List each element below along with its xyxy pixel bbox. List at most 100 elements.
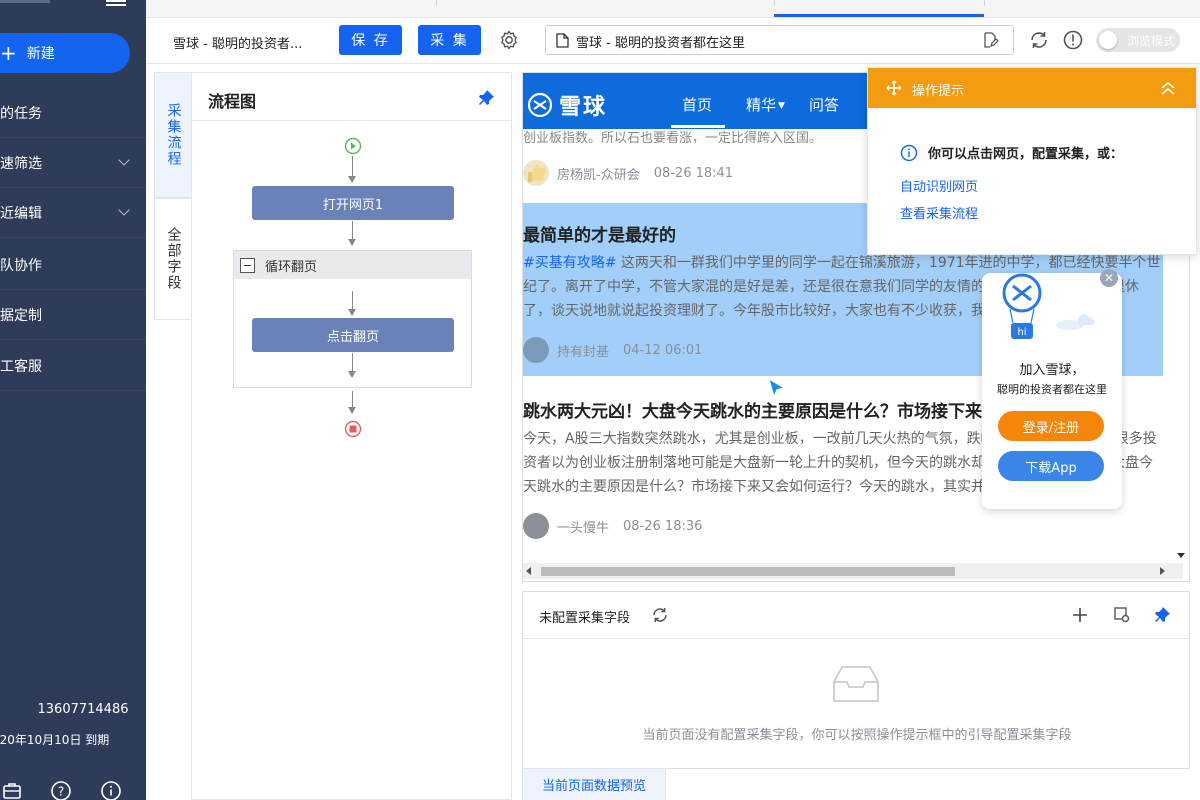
pin-icon[interactable] — [1153, 606, 1171, 624]
auto-detect-link[interactable]: 自动识别网页 — [900, 176, 978, 195]
toggle-knob — [1099, 31, 1117, 49]
caret-down-icon: ▼ — [778, 101, 785, 111]
sidebar-top-divider — [0, 0, 50, 3]
svg-text:?: ? — [58, 785, 64, 799]
tab-all-fields[interactable]: 全部字段 — [154, 198, 192, 320]
xueqiu-logo-text: 雪球 — [559, 95, 608, 120]
post-meta: 房杨凯-众研会 08-26 18:41 — [523, 160, 733, 186]
collapse-icon[interactable] — [240, 257, 255, 273]
sidebar-item-label: 的任务 — [0, 105, 42, 122]
flow-panel: 流程图 打开网页1 循环翻页 点击翻页 — [191, 72, 512, 800]
pin-icon[interactable] — [477, 89, 495, 107]
alert-icon[interactable] — [1062, 29, 1084, 51]
stop-icon[interactable] — [344, 420, 362, 438]
collapse-up-icon[interactable] — [1160, 80, 1176, 96]
toolbar: 雪球 - 聪明的投资者... 保 存 采 集 雪球 - 聪明的投资者都在这里 浏… — [146, 18, 1200, 64]
flow-node-open-page[interactable]: 打开网页1 — [252, 186, 454, 220]
loop-label: 循环翻页 — [265, 259, 318, 275]
login-register-button[interactable]: 登录/注册 — [998, 411, 1104, 441]
post-date: 08-26 18:41 — [653, 165, 734, 181]
post-author[interactable]: 房杨凯-众研会 — [557, 164, 640, 183]
sidebar-item-label: 据定制 — [0, 307, 42, 324]
post-author[interactable]: 一头慢牛 — [557, 517, 609, 536]
nav-active-underline — [671, 125, 725, 128]
sidebar-item-label: 速筛选 — [0, 155, 42, 172]
menu-icon[interactable] — [106, 0, 126, 6]
view-flow-link[interactable]: 查看采集流程 — [900, 203, 978, 222]
post-date: 04-12 06:01 — [623, 342, 703, 358]
tab-separator — [984, 0, 985, 6]
flow-arrow — [348, 291, 356, 316]
account-expire-date: 020年10月10日 到期 — [0, 733, 110, 747]
sidebar-item-data-custom[interactable]: 据定制 — [0, 290, 146, 340]
briefcase-icon[interactable] — [2, 780, 24, 800]
sidebar-item-team-collab[interactable]: 队协作 — [0, 240, 146, 290]
save-button[interactable]: 保 存 — [339, 25, 402, 55]
tips-header[interactable]: 操作提示 — [868, 68, 1196, 108]
active-tab-indicator[interactable] — [774, 14, 984, 17]
info-icon[interactable] — [100, 780, 122, 800]
scroll-left-arrow[interactable] — [526, 567, 531, 575]
sidebar-item-my-tasks[interactable]: 的任务 — [0, 88, 146, 138]
flow-arrow — [348, 221, 356, 246]
avatar — [523, 513, 549, 539]
browse-mode-label: 浏览模式 — [1127, 33, 1176, 48]
loop-header[interactable]: 循环翻页 — [234, 251, 471, 279]
nav-home[interactable]: 首页 — [682, 94, 712, 115]
url-bar[interactable]: 雪球 - 聪明的投资者都在这里 — [545, 25, 1014, 55]
browse-mode-toggle[interactable]: 浏览模式 — [1096, 28, 1180, 52]
sidebar-item-recent-edits[interactable]: 近编辑 — [0, 188, 146, 238]
field-panel-title: 未配置采集字段 — [539, 611, 631, 626]
tab-strip — [146, 0, 1200, 18]
thumbs-up-avatar-icon — [523, 160, 549, 186]
close-icon[interactable]: ✕ — [1100, 269, 1118, 287]
flow-loop-container[interactable]: 循环翻页 点击翻页 — [233, 250, 472, 388]
url-text: 雪球 - 聪明的投资者都在这里 — [576, 36, 745, 51]
empty-state-message: 当前页面没有配置采集字段，你可以按照操作提示框中的引导配置采集字段 — [642, 728, 1072, 743]
refresh-icon[interactable] — [651, 606, 669, 624]
tips-info: 你可以点击网页，配置采集，或： — [900, 143, 1123, 162]
post-tag[interactable]: #买基有攻略# — [523, 255, 616, 271]
nav-essence-label: 精华 — [746, 96, 777, 114]
post-title[interactable]: 最简单的才是最好的 — [523, 221, 676, 246]
post-author[interactable]: 持有封基 — [557, 341, 609, 360]
sidebar-item-customer-service[interactable]: 工客服 — [0, 341, 146, 391]
flow-arrow — [348, 391, 356, 414]
empty-inbox-icon — [831, 664, 881, 704]
xueqiu-logo[interactable]: 雪球 — [527, 89, 607, 121]
field-settings-icon[interactable] — [1113, 606, 1131, 624]
task-title: 雪球 - 聪明的投资者... — [173, 37, 303, 52]
download-app-button[interactable]: 下载App — [998, 451, 1104, 481]
tips-title: 操作提示 — [912, 84, 965, 99]
tab-separator — [436, 0, 437, 6]
tips-info-text: 你可以点击网页，配置采集，或： — [928, 147, 1124, 162]
move-icon[interactable] — [886, 80, 902, 96]
flow-title: 流程图 — [208, 92, 257, 111]
refresh-icon[interactable] — [1028, 29, 1050, 51]
edit-url-icon[interactable] — [983, 32, 999, 48]
info-circle-icon — [900, 144, 918, 162]
tab-data-preview[interactable]: 当前页面数据预览 — [522, 768, 666, 800]
help-icon[interactable]: ? — [50, 780, 72, 800]
nav-essence[interactable]: 精华 ▼ — [746, 94, 785, 115]
flow-header: 流程图 — [192, 73, 511, 121]
flow-node-click-page[interactable]: 点击翻页 — [252, 318, 454, 352]
tab-collect-flow[interactable]: 采集流程 — [154, 72, 192, 198]
chevron-down-icon — [118, 204, 130, 216]
scroll-down-arrow[interactable] — [1177, 553, 1185, 558]
left-sidebar: + 新建 的任务 速筛选 近编辑 队协作 据定制 工客服 13607714486… — [0, 0, 146, 800]
flow-arrow — [348, 156, 356, 183]
nav-qa[interactable]: 问答 — [809, 94, 839, 115]
add-field-icon[interactable] — [1071, 606, 1089, 624]
gear-icon[interactable] — [498, 29, 520, 51]
scroll-right-arrow[interactable] — [1160, 567, 1165, 575]
collect-button[interactable]: 采 集 — [418, 25, 481, 55]
sidebar-item-quick-filter[interactable]: 速筛选 — [0, 138, 146, 188]
scrollbar-thumb[interactable] — [541, 567, 955, 576]
operation-tips-panel: 操作提示 你可以点击网页，配置采集，或： 自动识别网页 查看采集流程 — [867, 67, 1197, 255]
horizontal-scrollbar[interactable] — [523, 563, 1183, 579]
field-panel: 未配置采集字段 当前页面没有配置采集字段，你可以按照操作提示框中的引导配置采集字… — [522, 591, 1190, 769]
plus-icon: + — [0, 41, 17, 65]
new-task-button[interactable]: + 新建 — [0, 33, 130, 73]
start-icon[interactable] — [344, 137, 362, 155]
